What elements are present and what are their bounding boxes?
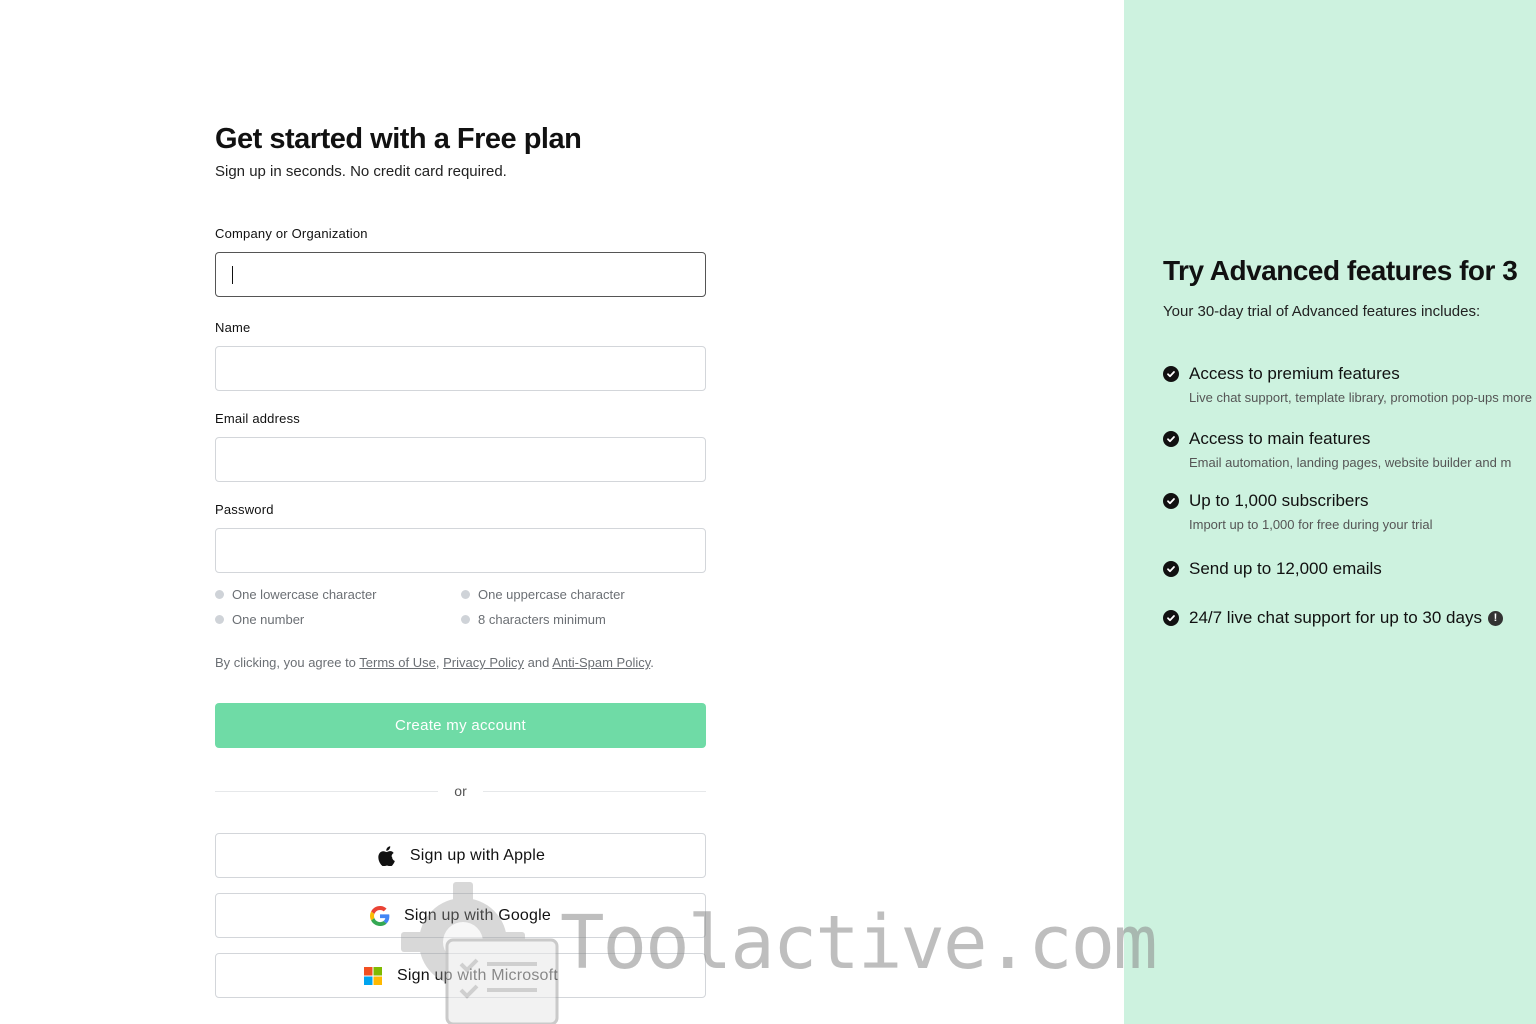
name-input[interactable] bbox=[215, 346, 706, 391]
rule-text: 8 characters minimum bbox=[478, 612, 606, 627]
feature-description: Live chat support, template library, pro… bbox=[1189, 390, 1532, 405]
feature-list: Access to premium features Live chat sup… bbox=[1163, 363, 1536, 629]
rule-dot-icon bbox=[461, 615, 470, 624]
apple-icon bbox=[376, 845, 396, 866]
feature-description: Import up to 1,000 for free during your … bbox=[1189, 517, 1433, 532]
microsoft-icon bbox=[363, 966, 383, 986]
password-rules: One lowercase character One uppercase ch… bbox=[215, 586, 706, 628]
trial-panel: Try Advanced features for 3 Your 30-day … bbox=[1124, 0, 1536, 1024]
password-rule: One lowercase character bbox=[215, 586, 461, 603]
email-field-group: Email address bbox=[215, 410, 706, 482]
panel-subtitle: Your 30-day trial of Advanced features i… bbox=[1163, 303, 1481, 320]
feature-item: Access to main features Email automation… bbox=[1163, 428, 1536, 473]
company-input[interactable] bbox=[215, 252, 706, 297]
page-subtitle: Sign up in seconds. No credit card requi… bbox=[215, 163, 507, 180]
trial-panel-content: Try Advanced features for 3 Your 30-day … bbox=[1163, 252, 1536, 629]
feature-title-with-info: 24/7 live chat support for up to 30 days… bbox=[1189, 607, 1503, 629]
sign-up-google-button[interactable]: Sign up with Google bbox=[215, 893, 706, 938]
feature-title: 24/7 live chat support for up to 30 days bbox=[1189, 608, 1482, 627]
feature-item: Up to 1,000 subscribers Import up to 1,0… bbox=[1163, 490, 1536, 535]
info-icon[interactable]: ! bbox=[1487, 610, 1503, 626]
terms-of-use-link[interactable]: Terms of Use bbox=[359, 655, 436, 670]
terms-and: and bbox=[524, 655, 553, 670]
page-title: Get started with a Free plan bbox=[215, 123, 582, 155]
email-input[interactable] bbox=[215, 437, 706, 482]
feature-description: Email automation, landing pages, website… bbox=[1189, 455, 1512, 470]
email-label: Email address bbox=[215, 411, 300, 426]
apple-button-label: Sign up with Apple bbox=[409, 846, 546, 864]
divider-line bbox=[482, 790, 707, 792]
sign-up-microsoft-button[interactable]: Sign up with Microsoft bbox=[215, 953, 706, 998]
feature-title: Send up to 12,000 emails bbox=[1189, 559, 1382, 578]
terms-separator: , bbox=[435, 655, 440, 670]
feature-item: Access to premium features Live chat sup… bbox=[1163, 363, 1536, 408]
feature-title: Access to premium features bbox=[1189, 364, 1400, 383]
feature-title: Up to 1,000 subscribers bbox=[1189, 491, 1369, 510]
password-input[interactable] bbox=[215, 528, 706, 573]
rule-text: One number bbox=[232, 612, 305, 627]
company-field-group: Company or Organization bbox=[215, 225, 706, 297]
rule-text: One lowercase character bbox=[232, 587, 377, 602]
create-account-button[interactable]: Create my account bbox=[215, 703, 706, 748]
divider-line bbox=[215, 790, 439, 792]
check-circle-icon bbox=[1163, 431, 1179, 447]
terms-suffix: . bbox=[650, 655, 654, 670]
check-circle-icon bbox=[1163, 561, 1179, 577]
rule-dot-icon bbox=[461, 590, 470, 599]
panel-title: Try Advanced features for 3 bbox=[1163, 255, 1518, 286]
terms-prefix: By clicking, you agree to bbox=[215, 655, 360, 670]
or-divider: or bbox=[215, 782, 707, 800]
google-icon bbox=[369, 905, 390, 926]
google-button-label: Sign up with Google bbox=[403, 906, 551, 924]
company-label: Company or Organization bbox=[215, 226, 368, 241]
anti-spam-policy-link[interactable]: Anti-Spam Policy bbox=[552, 655, 650, 670]
microsoft-button-label: Sign up with Microsoft bbox=[397, 966, 558, 984]
feature-item: Send up to 12,000 emails bbox=[1163, 558, 1536, 580]
password-rule: One uppercase character bbox=[461, 586, 706, 603]
rule-dot-icon bbox=[215, 590, 224, 599]
rule-text: One uppercase character bbox=[478, 587, 625, 602]
name-label: Name bbox=[215, 320, 251, 335]
check-circle-icon bbox=[1163, 610, 1179, 626]
password-rule: One number bbox=[215, 611, 461, 628]
name-field-group: Name bbox=[215, 319, 706, 391]
or-text: or bbox=[454, 783, 467, 799]
text-caret bbox=[232, 266, 233, 284]
terms-notice: By clicking, you agree to Terms of Use, … bbox=[215, 654, 706, 672]
signup-form: Get started with a Free plan Sign up in … bbox=[215, 120, 707, 998]
feature-item: 24/7 live chat support for up to 30 days… bbox=[1163, 607, 1536, 629]
signup-page: Get started with a Free plan Sign up in … bbox=[0, 0, 1536, 1024]
password-rule: 8 characters minimum bbox=[461, 611, 706, 628]
check-circle-icon bbox=[1163, 493, 1179, 509]
privacy-policy-link[interactable]: Privacy Policy bbox=[443, 655, 524, 670]
password-label: Password bbox=[215, 502, 274, 517]
rule-dot-icon bbox=[215, 615, 224, 624]
password-field-group: Password bbox=[215, 501, 706, 573]
feature-title: Access to main features bbox=[1189, 429, 1371, 448]
sign-up-apple-button[interactable]: Sign up with Apple bbox=[215, 833, 706, 878]
check-circle-icon bbox=[1163, 366, 1179, 382]
